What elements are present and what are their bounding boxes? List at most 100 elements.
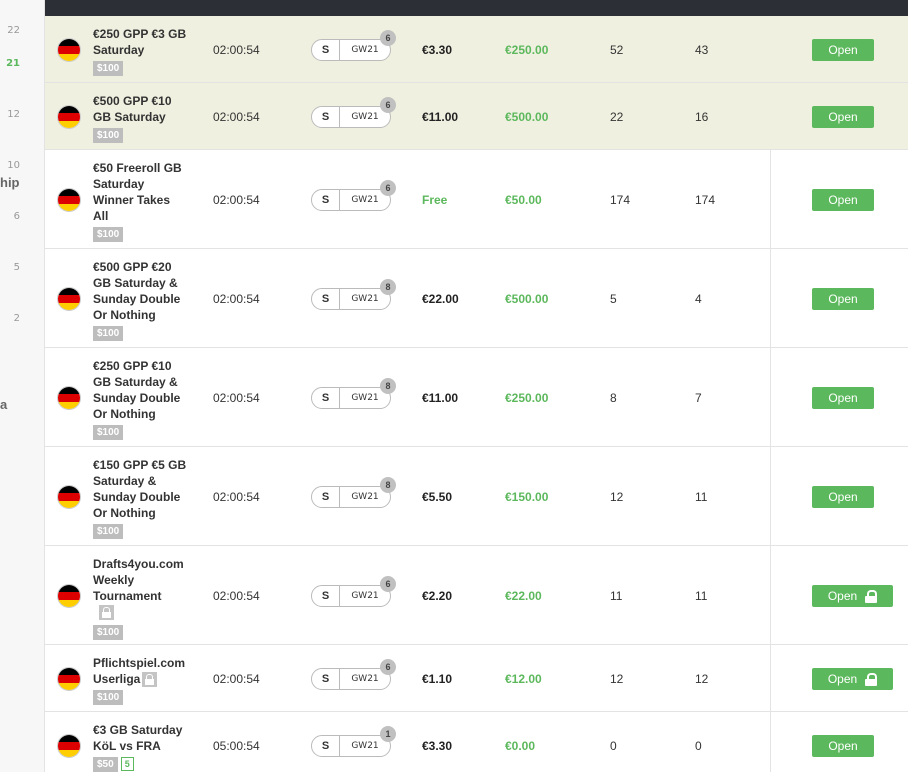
games-count-badge: 6 <box>380 576 396 592</box>
gameweek-pill[interactable]: S GW21 6 <box>311 30 396 61</box>
contest-name-line: Drafts4you.com <box>93 557 184 571</box>
open-button[interactable]: Open <box>812 189 874 211</box>
sport-label: S <box>312 190 340 210</box>
gameweek-pill[interactable]: S GW21 1 <box>311 726 396 757</box>
prize-tag: $100 <box>93 524 124 539</box>
entries-count: 5 <box>610 292 617 306</box>
open-button[interactable]: Open <box>812 387 874 409</box>
spots-count: 12 <box>695 672 709 686</box>
contest-name-line: Sunday Double <box>93 490 181 504</box>
contest-name-line: Saturday <box>93 43 145 57</box>
gameweek-pill[interactable]: S GW21 8 <box>311 279 396 310</box>
contest-name-line: GB Saturday & <box>93 375 178 389</box>
column-divider <box>770 150 771 248</box>
prize-tag: $100 <box>93 61 124 76</box>
table-row[interactable]: €50 Freeroll GB Saturday Winner Takes Al… <box>45 150 908 249</box>
contest-name-line: Sunday Double <box>93 391 181 405</box>
spots-count: 174 <box>695 193 716 207</box>
germany-flag-icon <box>57 287 81 311</box>
entries-count: 174 <box>610 193 631 207</box>
spots-count: 4 <box>695 292 702 306</box>
open-button[interactable]: Open <box>812 735 874 757</box>
table-row[interactable]: €500 GPP €20 GB Saturday & Sunday Double… <box>45 249 908 348</box>
contest-name-line: Or Nothing <box>93 308 156 322</box>
germany-flag-icon <box>57 386 81 410</box>
contest-name-line: Weekly <box>93 573 135 587</box>
sport-label: S <box>312 40 340 60</box>
sidebar-number-highlight: 21 <box>6 58 20 69</box>
open-locked-button[interactable]: Open <box>812 668 893 690</box>
open-locked-button[interactable]: Open <box>812 585 893 607</box>
prize-pool: €12.00 <box>505 672 542 686</box>
open-button-label: Open <box>828 43 858 57</box>
table-row[interactable]: Drafts4you.com Weekly Tournament $100 02… <box>45 546 908 645</box>
table-row[interactable]: €150 GPP €5 GB Saturday & Sunday Double … <box>45 447 908 546</box>
contest-table: €250 GPP €3 GB Saturday $100 02:00:54 S … <box>44 0 908 772</box>
sport-label: S <box>312 289 340 309</box>
prize-tag: $100 <box>93 690 124 706</box>
contest-lobby: 22 21 12 10 hip 6 5 2 a €250 GPP €3 GB S… <box>0 0 920 772</box>
start-time: 02:00:54 <box>213 43 260 57</box>
contest-name-line: Or Nothing <box>93 506 156 520</box>
table-row[interactable]: €500 GPP €10 GB Saturday $100 02:00:54 S… <box>45 83 908 150</box>
entry-fee: Free <box>422 193 448 207</box>
lock-icon <box>865 672 878 686</box>
open-button[interactable]: Open <box>812 288 874 310</box>
entries-count: 12 <box>610 672 624 686</box>
entries-count: 11 <box>610 589 623 603</box>
contest-name-line: €150 GPP €5 GB <box>93 458 187 472</box>
gameweek-pill[interactable]: S GW21 6 <box>311 659 396 690</box>
entry-fee: €11.00 <box>422 110 459 124</box>
open-button[interactable]: Open <box>812 486 874 508</box>
table-row[interactable]: €3 GB Saturday KöL vs FRA $50 5 05:00:54 … <box>45 712 908 772</box>
germany-flag-icon <box>57 584 81 608</box>
column-divider <box>770 712 771 772</box>
germany-flag-icon <box>57 667 81 691</box>
spots-count: 11 <box>695 589 708 603</box>
spots-count: 43 <box>695 43 709 57</box>
germany-flag-icon <box>57 38 81 62</box>
contest-name-line: €3 GB Saturday <box>93 723 183 737</box>
sidebar-partial-text: hip <box>0 175 20 190</box>
contest-name-line: KöL vs FRA <box>93 739 161 753</box>
sidebar-number: 2 <box>13 313 20 324</box>
entries-count: 52 <box>610 43 624 57</box>
prize-tag: $100 <box>93 227 124 242</box>
open-button-label: Open <box>828 490 858 504</box>
column-divider <box>770 249 771 347</box>
contest-name-block: €50 Freeroll GB Saturday Winner Takes Al… <box>93 160 193 242</box>
lock-icon <box>865 589 878 603</box>
open-button[interactable]: Open <box>812 39 874 61</box>
games-count-badge: 6 <box>380 659 396 675</box>
gameweek-pill[interactable]: S GW21 6 <box>311 576 396 607</box>
sport-label: S <box>312 107 340 127</box>
table-row[interactable]: €250 GPP €10 GB Saturday & Sunday Double… <box>45 348 908 447</box>
contest-name-line: Or Nothing <box>93 407 156 421</box>
entries-count: 8 <box>610 391 617 405</box>
contest-name-line: Winner Takes <box>93 193 171 207</box>
gameweek-pill[interactable]: S GW21 6 <box>311 180 396 211</box>
contest-name-line: All <box>93 209 109 223</box>
entry-fee: €11.00 <box>422 391 459 405</box>
open-button-label: Open <box>827 672 858 686</box>
start-time: 02:00:54 <box>213 292 260 306</box>
entries-count: 12 <box>610 490 624 504</box>
start-time: 05:00:54 <box>213 739 260 753</box>
open-button[interactable]: Open <box>812 106 874 128</box>
table-row[interactable]: Pflichtspiel.com Userliga $100 02:00:54 … <box>45 645 908 712</box>
prize-pool: €500.00 <box>505 110 549 124</box>
sidebar-number: 22 <box>7 25 20 36</box>
gameweek-pill[interactable]: S GW21 8 <box>311 477 396 508</box>
spots-count: 11 <box>695 490 708 504</box>
column-divider <box>770 645 771 711</box>
gameweek-pill[interactable]: S GW21 6 <box>311 97 396 128</box>
contest-name-line: €500 GPP €10 <box>93 94 172 108</box>
contest-name-block: €3 GB Saturday KöL vs FRA $50 5 <box>93 722 193 772</box>
column-divider <box>770 348 771 446</box>
prize-pool: €50.00 <box>505 193 542 207</box>
gameweek-pill[interactable]: S GW21 8 <box>311 378 396 409</box>
sidebar-partial-text: a <box>0 397 8 412</box>
table-row[interactable]: €250 GPP €3 GB Saturday $100 02:00:54 S … <box>45 16 908 83</box>
contest-name-block: €150 GPP €5 GB Saturday & Sunday Double … <box>93 457 193 539</box>
open-button-label: Open <box>828 739 858 753</box>
